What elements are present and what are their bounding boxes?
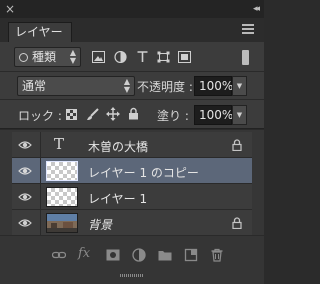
filter-kind-label: 種類: [32, 50, 57, 64]
new-layer-icon[interactable]: [184, 248, 198, 262]
eye-icon[interactable]: [18, 190, 32, 204]
smart-object-filter-icon[interactable]: [178, 51, 191, 63]
layer-row-selected[interactable]: レイヤー 1 のコピー: [12, 158, 252, 184]
layer-name: 木曽の大橋: [88, 140, 149, 154]
lock-image-brush-icon[interactable]: [86, 108, 99, 121]
opacity-dropdown-button[interactable]: ▼: [232, 76, 247, 96]
panel-footer: fx: [0, 235, 264, 284]
shape-filter-icon[interactable]: [157, 51, 170, 63]
background-thumbnail: [46, 213, 78, 233]
fill-label: 塗り :: [157, 109, 189, 123]
pixel-filter-icon[interactable]: [92, 51, 105, 63]
type-filter-icon[interactable]: [136, 51, 149, 63]
lock-position-icon[interactable]: [106, 107, 120, 121]
fill-input[interactable]: 100%: [194, 105, 233, 125]
layers-list: T 木曽の大橋 レイヤー 1 のコピー レイヤー 1 背景: [0, 129, 264, 236]
blend-row: 通常 ▲ ▼ 不透明度 : 100% ▼: [0, 72, 264, 100]
collapse-icon[interactable]: ◂◂: [253, 1, 260, 17]
adjustment-layer-icon[interactable]: [132, 248, 146, 262]
layer-name: 背景: [88, 218, 113, 232]
layers-panel: × ◂◂ レイヤー 種類 ▲ ▼ 通常 ▲ ▼ 不透明度: 100% ▼ ロッ…: [0, 0, 264, 284]
layer-row[interactable]: 背景: [12, 210, 252, 236]
fill-dropdown-button[interactable]: ▼: [232, 105, 247, 125]
eye-icon[interactable]: [18, 138, 32, 152]
layer-name: レイヤー 1 のコピー: [88, 166, 199, 180]
eye-icon[interactable]: [18, 164, 32, 178]
new-group-icon[interactable]: [158, 248, 172, 262]
lock-transparent-icon[interactable]: [66, 109, 77, 120]
eye-icon[interactable]: [18, 216, 32, 230]
layer-row[interactable]: T 木曽の大橋: [12, 132, 252, 158]
link-layers-icon[interactable]: [52, 248, 66, 262]
panel-titlebar: × ◂◂: [0, 0, 264, 18]
layer-thumbnail: [46, 161, 78, 181]
adjustment-filter-icon[interactable]: [114, 51, 127, 63]
blend-mode-value: 通常: [22, 79, 47, 93]
select-arrows-icon: ▲ ▼: [69, 48, 76, 65]
filter-toggle-switch[interactable]: [242, 50, 249, 65]
lock-row: ロック : 塗り : 100% ▼: [0, 100, 264, 129]
delete-icon[interactable]: [210, 248, 224, 262]
select-arrows-icon: ▲ ▼: [123, 77, 130, 94]
lock-all-icon[interactable]: [128, 107, 139, 120]
filter-row: 種類 ▲ ▼: [0, 42, 264, 72]
blend-mode-select[interactable]: 通常 ▲ ▼: [17, 76, 135, 96]
row-divider: [40, 184, 41, 209]
panel-menu-icon[interactable]: [242, 24, 254, 34]
lock-label: ロック :: [18, 109, 62, 123]
lock-icon: [232, 217, 242, 229]
layer-thumbnail: [46, 187, 78, 207]
lock-icon: [232, 139, 242, 151]
tab-row: レイヤー: [0, 18, 264, 42]
type-layer-icon: T: [54, 135, 65, 153]
row-divider: [40, 158, 41, 183]
opacity-input[interactable]: 100%: [194, 76, 233, 96]
filter-kind-select[interactable]: 種類 ▲ ▼: [14, 47, 81, 67]
tab-layers[interactable]: レイヤー: [8, 22, 72, 42]
search-icon: [19, 53, 28, 62]
add-mask-icon[interactable]: [106, 248, 120, 262]
row-divider: [40, 210, 41, 235]
layer-row[interactable]: レイヤー 1: [12, 184, 252, 210]
layer-name: レイヤー 1: [88, 192, 148, 206]
fx-icon[interactable]: fx: [78, 246, 96, 261]
close-icon[interactable]: ×: [5, 1, 15, 17]
resize-grip[interactable]: [120, 274, 144, 277]
row-divider: [40, 132, 41, 157]
opacity-label: 不透明度 :: [137, 80, 193, 94]
